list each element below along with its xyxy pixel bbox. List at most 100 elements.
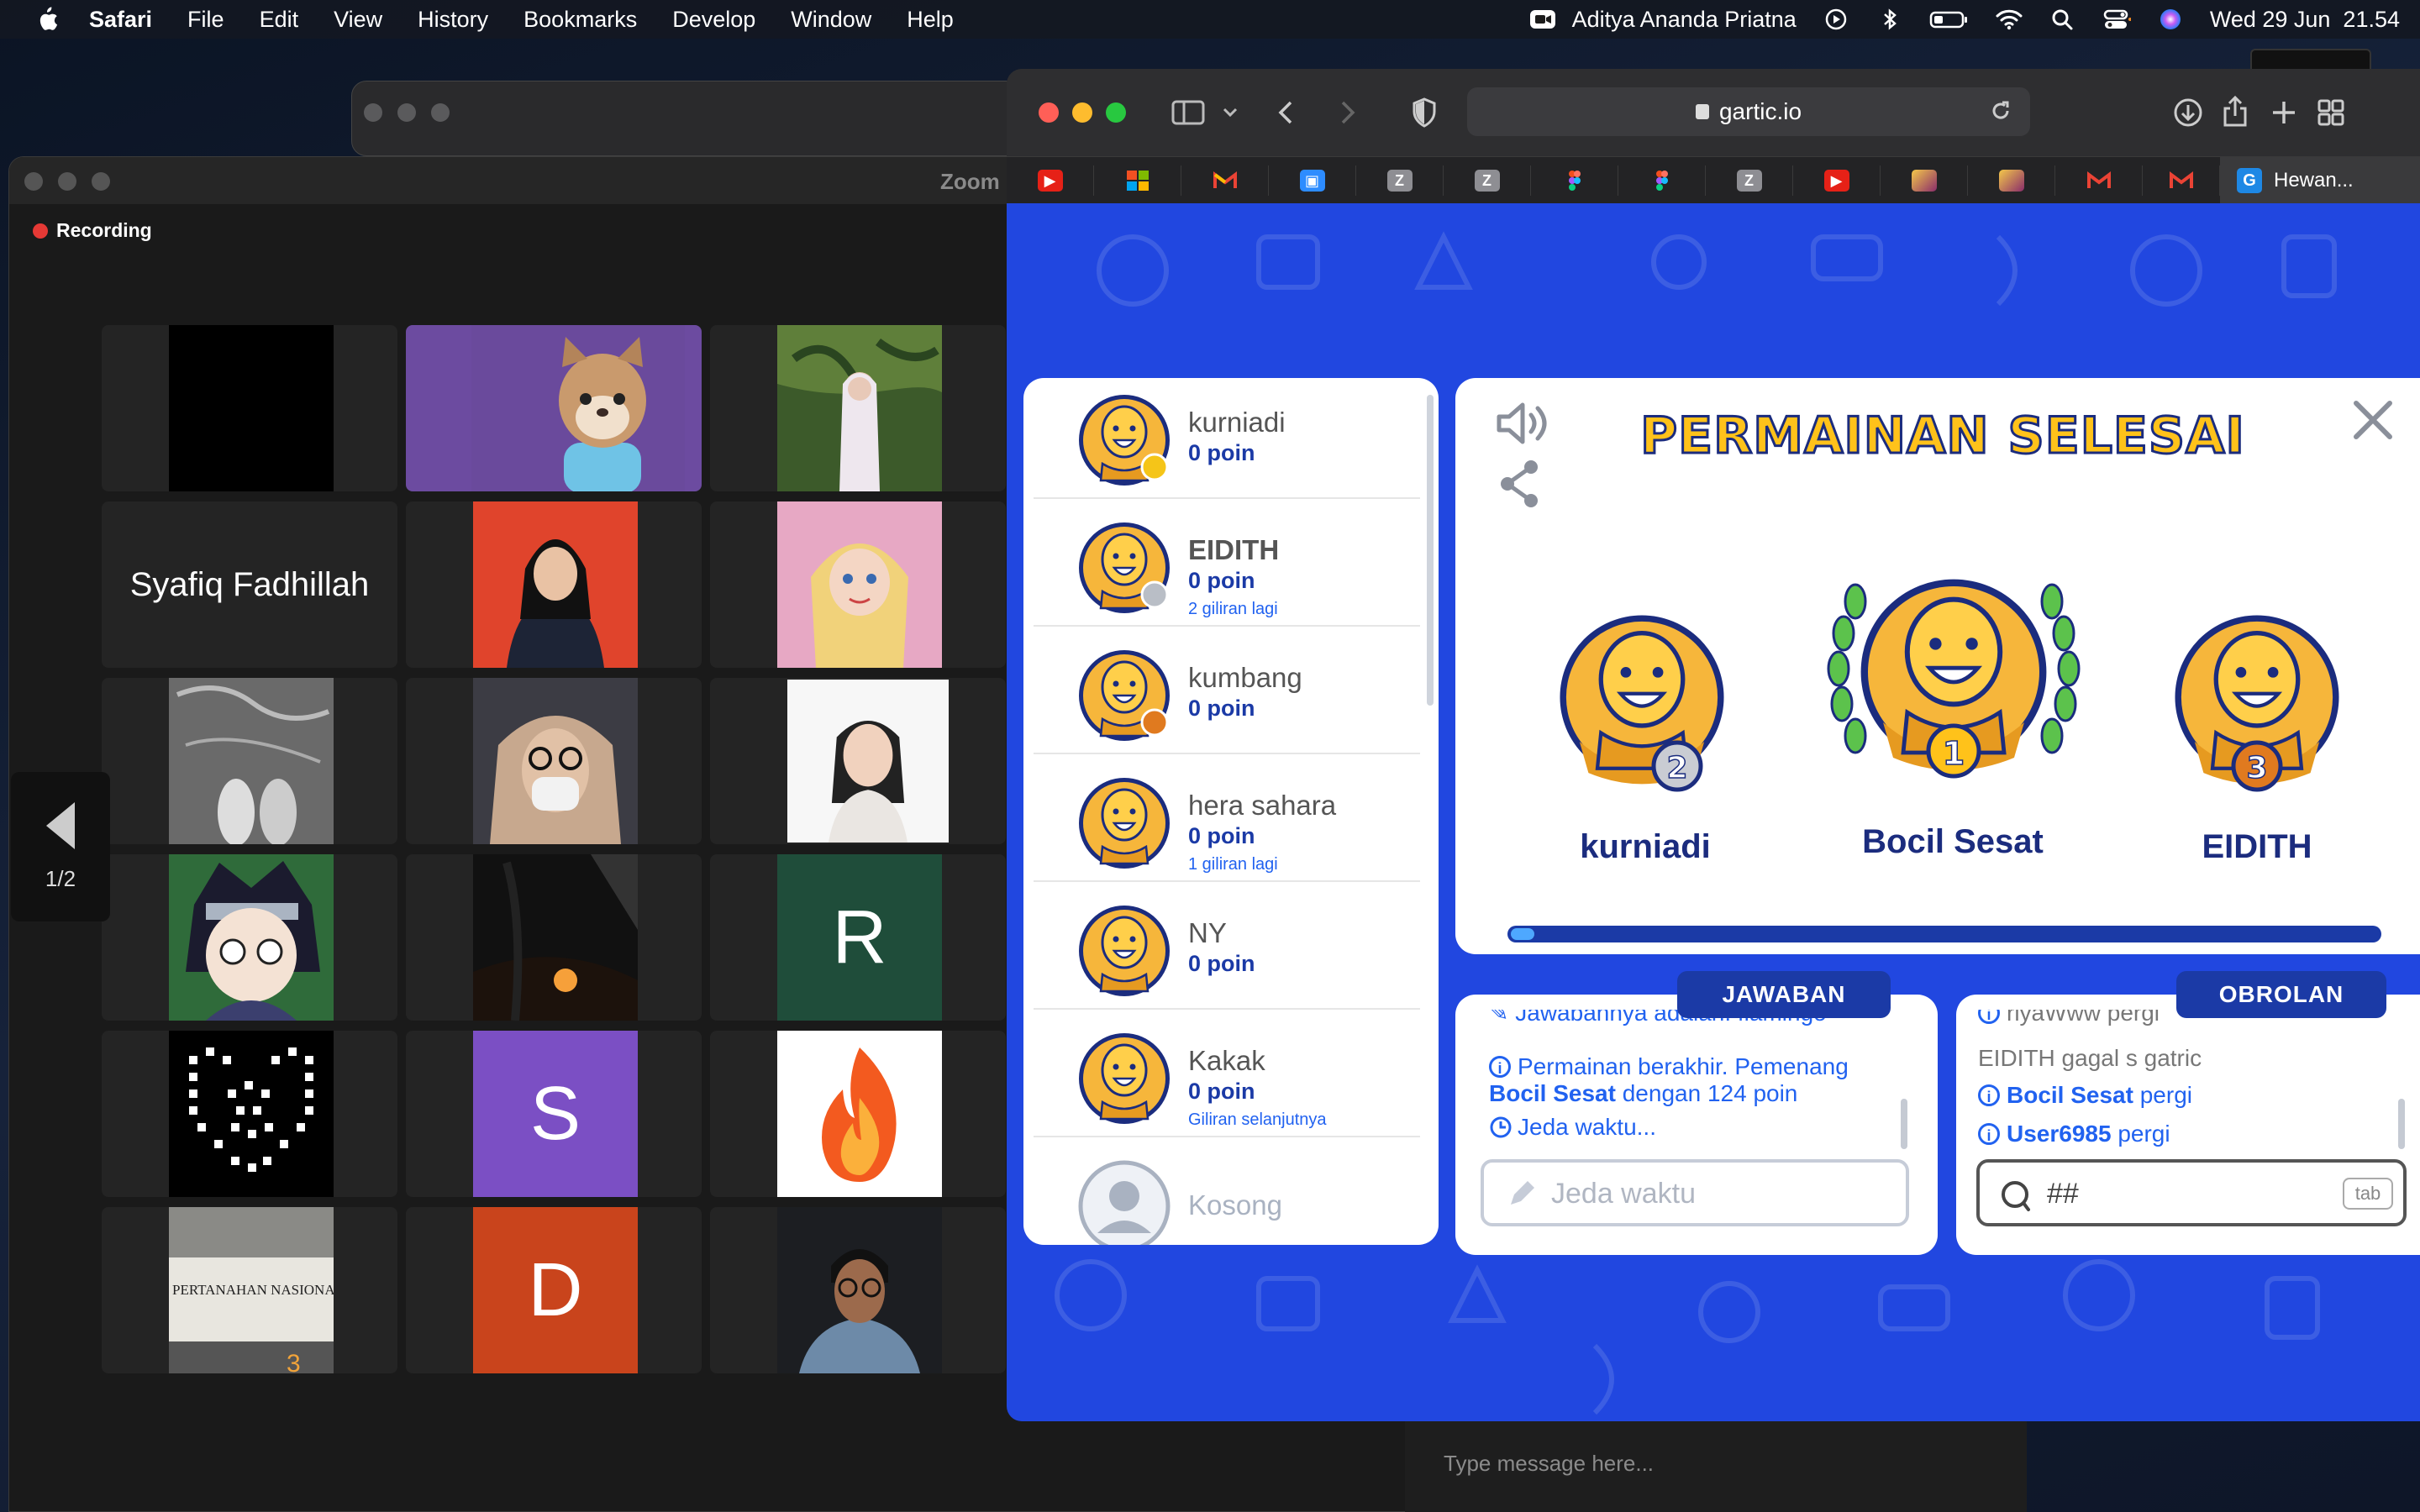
fullscreen-window-button[interactable]	[1106, 102, 1126, 123]
player-row[interactable]: hera sahara 0 poin 1 giliran lagi	[1034, 764, 1420, 882]
menu-view[interactable]: View	[334, 7, 382, 33]
third-place-name: EIDITH	[2202, 828, 2312, 865]
apple-icon[interactable]	[34, 6, 59, 33]
participant-tile[interactable]	[406, 678, 702, 844]
menubar-datetime[interactable]: Wed 29 Jun 21.54	[2210, 7, 2400, 33]
participant-tile[interactable]: D	[406, 1207, 702, 1373]
tab-answer[interactable]: JAWABAN	[1677, 971, 1891, 1018]
active-tab[interactable]: G Hewan...	[2220, 157, 2420, 204]
menu-bookmarks[interactable]: Bookmarks	[523, 7, 637, 33]
menubar-user-name[interactable]: Aditya Ananda Priatna	[1572, 7, 1797, 33]
favorite-item[interactable]: ▶	[1007, 165, 1094, 196]
player-row[interactable]: kumbang 0 poin	[1034, 637, 1420, 754]
participant-tile[interactable]: Syafiq Fadhillah	[102, 501, 397, 668]
participant-tile[interactable]: R	[710, 854, 1006, 1021]
favorite-item[interactable]	[1618, 165, 1706, 196]
chevron-down-icon[interactable]	[1222, 106, 1239, 119]
participant-tile[interactable]: S	[406, 1031, 702, 1197]
participant-tile[interactable]	[710, 501, 1006, 668]
share-icon[interactable]	[1497, 459, 1544, 509]
play-icon[interactable]	[1822, 7, 1850, 32]
round-progress-bar	[1507, 926, 2381, 942]
close-window-button[interactable]	[1039, 102, 1059, 123]
chat-scrollbar[interactable]	[2398, 1099, 2405, 1149]
answer-panel: ✎ Jawabannya adalah: flamingo Permainan …	[1455, 995, 1938, 1255]
back-icon[interactable]	[1276, 99, 1296, 126]
participant-tile[interactable]	[102, 325, 397, 491]
participant-tile[interactable]	[102, 854, 397, 1021]
favorite-item[interactable]: Z	[1706, 165, 1793, 196]
favorite-item[interactable]	[1094, 165, 1181, 196]
menu-develop[interactable]: Develop	[672, 7, 755, 33]
minimize-window-button[interactable]	[1072, 102, 1092, 123]
menu-help[interactable]: Help	[907, 7, 954, 33]
chat-input[interactable]: ## tab	[1976, 1159, 2407, 1226]
close-icon[interactable]	[2348, 395, 2398, 445]
zoom-fullscreen-dot[interactable]	[92, 172, 110, 191]
favorite-item[interactable]	[2143, 165, 2220, 196]
zoom-chat-input[interactable]: Type message here...	[1405, 1411, 2027, 1512]
privacy-shield-icon[interactable]	[1412, 97, 1437, 128]
prev-page-button[interactable]: 1/2	[11, 772, 110, 921]
player-row[interactable]: kurniadi 0 poin	[1034, 381, 1420, 499]
participant-tile[interactable]: PERTANAHAN NASIONAL 3	[102, 1207, 397, 1373]
menu-window[interactable]: Window	[791, 7, 871, 33]
participant-tile[interactable]	[406, 854, 702, 1021]
favorite-item[interactable]: Z	[1444, 165, 1531, 196]
answer-scrollbar[interactable]	[1901, 1099, 1907, 1149]
favorite-item[interactable]: ▶	[1793, 165, 1881, 196]
search-icon[interactable]	[2049, 7, 2077, 32]
window-minimize-dot[interactable]	[397, 103, 416, 122]
zoom-status-icon[interactable]	[1528, 7, 1557, 32]
gmail-icon	[1213, 171, 1237, 188]
zoom-minimize-dot[interactable]	[58, 172, 76, 191]
forward-icon[interactable]	[1338, 99, 1358, 126]
player-row[interactable]: EIDITH 0 poin 2 giliran lagi	[1034, 509, 1420, 627]
participant-tile[interactable]	[710, 678, 1006, 844]
participant-tile[interactable]	[710, 1031, 1006, 1197]
participant-tile[interactable]	[406, 325, 702, 491]
favorite-item[interactable]: ▣	[1269, 165, 1356, 196]
new-tab-icon[interactable]	[2270, 99, 2297, 126]
menu-app-name[interactable]: Safari	[89, 7, 152, 33]
favorite-item[interactable]	[1968, 165, 2055, 196]
favorite-item[interactable]	[1881, 165, 1968, 196]
recording-indicator[interactable]: Recording	[33, 219, 152, 242]
zoom-close-dot[interactable]	[24, 172, 43, 191]
participant-tile[interactable]	[406, 501, 702, 668]
wifi-icon[interactable]	[1995, 7, 2023, 32]
participant-tile[interactable]	[102, 678, 397, 844]
sidebar-icon[interactable]	[1171, 99, 1205, 126]
player-row[interactable]: NY 0 poin	[1034, 892, 1420, 1010]
favorite-item[interactable]: Z	[1356, 165, 1444, 196]
player-name: hera sahara	[1188, 790, 1337, 821]
menu-history[interactable]: History	[418, 7, 488, 33]
window-zoom-dot[interactable]	[431, 103, 450, 122]
favorite-item[interactable]	[1181, 165, 1269, 196]
participant-tile[interactable]	[102, 1031, 397, 1197]
battery-icon[interactable]	[1929, 7, 1970, 32]
answer-input[interactable]: Jeda waktu	[1481, 1159, 1909, 1226]
tab-overview-icon[interactable]	[2317, 99, 2344, 126]
downloads-icon[interactable]	[2173, 97, 2203, 128]
participant-tile[interactable]	[710, 1207, 1006, 1373]
player-list-scrollbar[interactable]	[1427, 395, 1434, 706]
bluetooth-icon[interactable]	[1876, 7, 1904, 32]
participant-tile[interactable]	[710, 325, 1006, 491]
player-name: kurniadi	[1188, 407, 1286, 438]
share-icon[interactable]	[2222, 94, 2249, 128]
player-row[interactable]: Kakak 0 poin Giliran selanjutnya	[1034, 1020, 1420, 1137]
svg-text:2: 2	[1666, 751, 1687, 785]
favorite-item[interactable]	[1531, 165, 1618, 196]
window-close-dot[interactable]	[364, 103, 382, 122]
address-bar[interactable]: gartic.io	[1467, 87, 2030, 136]
tab-chat[interactable]: OBROLAN	[2176, 971, 2386, 1018]
reload-icon[interactable]	[1990, 99, 2012, 123]
youtube-icon: ▶	[1823, 170, 1849, 192]
player-turn-note: Giliran selanjutnya	[1188, 1110, 1327, 1129]
siri-icon[interactable]	[2156, 7, 2185, 32]
menu-edit[interactable]: Edit	[260, 7, 299, 33]
menu-file[interactable]: File	[187, 7, 224, 33]
favorite-item[interactable]	[2055, 165, 2143, 196]
control-center-icon[interactable]	[2102, 7, 2131, 32]
